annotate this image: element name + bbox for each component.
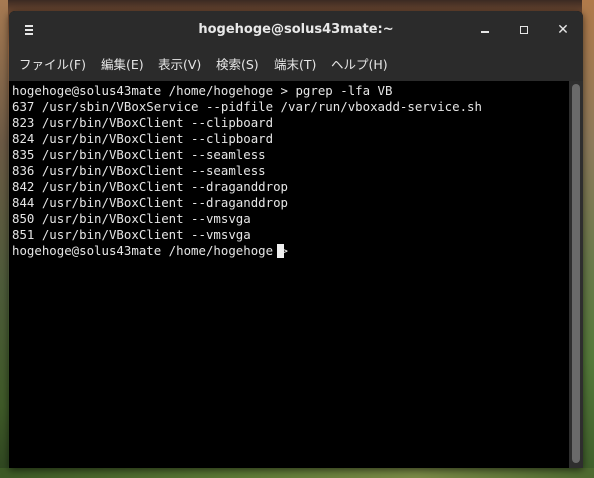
terminal-output[interactable]: hogehoge@solus43mate /home/hogehoge > pg… <box>9 81 569 468</box>
maximize-icon[interactable] <box>516 22 532 38</box>
close-icon[interactable]: ✕ <box>555 22 571 38</box>
desktop-wallpaper-bottom <box>0 468 594 478</box>
terminal-line: 836 /usr/bin/VBoxClient --seamless <box>12 163 266 178</box>
minimize-icon[interactable] <box>477 22 493 38</box>
menu-bar: ファイル(F) 編集(E) 表示(V) 検索(S) 端末(T) ヘルプ(H) <box>9 49 583 81</box>
terminal-line: 851 /usr/bin/VBoxClient --vmsvga <box>12 227 251 242</box>
terminal-line: hogehoge@solus43mate /home/hogehoge > pg… <box>12 83 393 98</box>
desktop-wallpaper-right <box>582 0 594 478</box>
terminal-line: 844 /usr/bin/VBoxClient --draganddrop <box>12 195 289 210</box>
text-cursor <box>277 244 284 258</box>
window-title: hogehoge@solus43mate:~ <box>198 22 394 37</box>
menu-help[interactable]: ヘルプ(H) <box>331 49 388 81</box>
menu-search[interactable]: 検索(S) <box>216 49 259 81</box>
terminal-line: 824 /usr/bin/VBoxClient --clipboard <box>12 131 274 146</box>
terminal-window: hogehoge@solus43mate:~ ✕ ファイル(F) 編集(E) 表… <box>9 11 583 468</box>
scrollbar-thumb[interactable] <box>572 84 580 463</box>
desktop-wallpaper-left <box>0 0 8 478</box>
menu-terminal[interactable]: 端末(T) <box>274 49 316 81</box>
terminal-prompt-line: hogehoge@solus43mate /home/hogehoge > <box>12 243 296 258</box>
title-bar[interactable]: hogehoge@solus43mate:~ ✕ <box>9 11 583 49</box>
menu-view[interactable]: 表示(V) <box>158 49 201 81</box>
terminal-line: 637 /usr/sbin/VBoxService --pidfile /var… <box>12 99 482 114</box>
terminal-line: 842 /usr/bin/VBoxClient --draganddrop <box>12 179 289 194</box>
terminal-line: 823 /usr/bin/VBoxClient --clipboard <box>12 115 274 130</box>
menu-edit[interactable]: 編集(E) <box>101 49 144 81</box>
menu-file[interactable]: ファイル(F) <box>19 49 86 81</box>
vertical-scrollbar[interactable] <box>569 81 583 468</box>
terminal-line: 850 /usr/bin/VBoxClient --vmsvga <box>12 211 251 226</box>
terminal-line: 835 /usr/bin/VBoxClient --seamless <box>12 147 266 162</box>
